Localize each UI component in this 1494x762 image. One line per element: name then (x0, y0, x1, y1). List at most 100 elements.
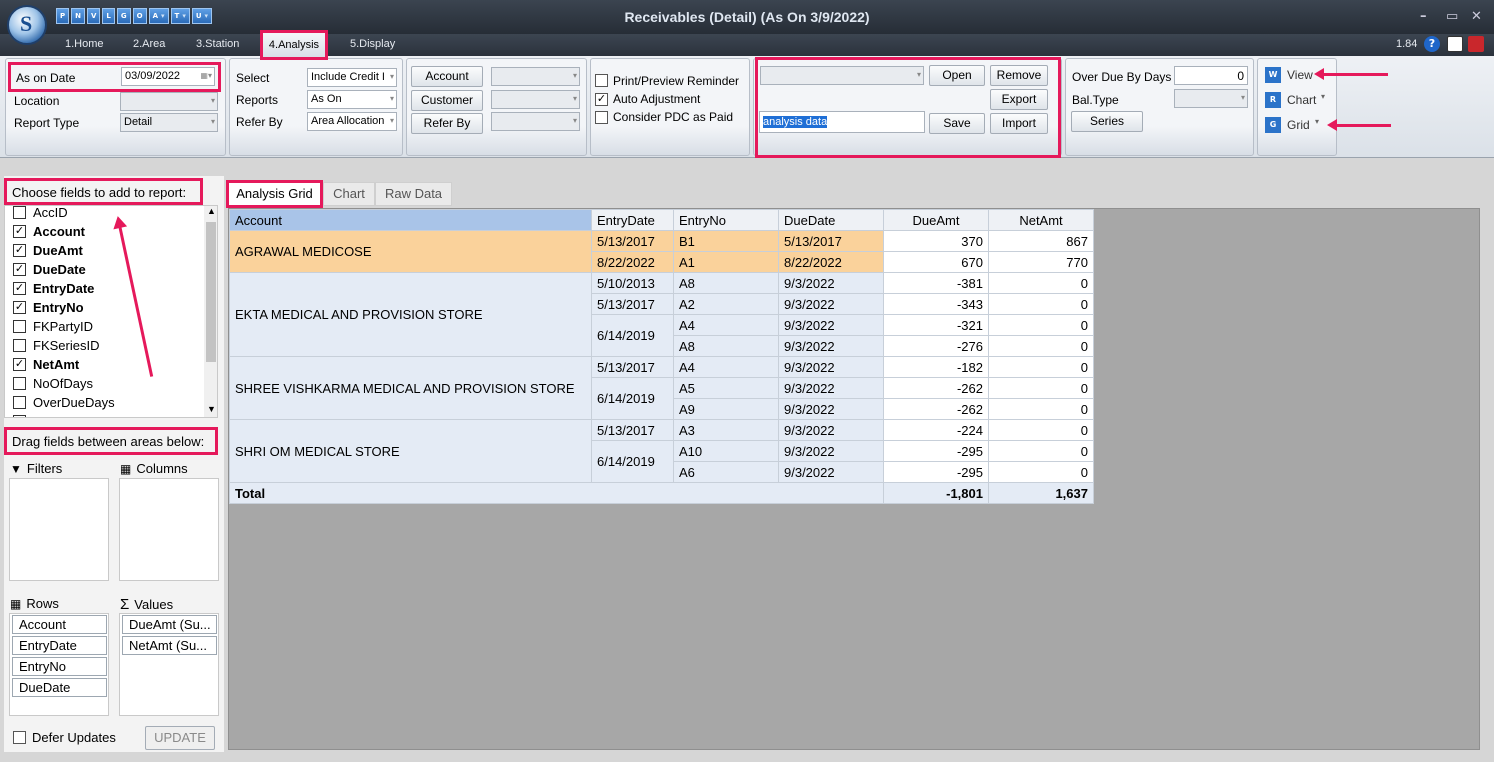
row-header-entrydate[interactable]: 5/13/2017 (591, 230, 674, 252)
column-header-account[interactable]: Account (229, 209, 592, 231)
row-header-entryno[interactable]: A5 (673, 377, 779, 399)
filters-drop-area[interactable] (9, 478, 109, 581)
chevron-down-icon[interactable]: ▾ (1315, 117, 1319, 126)
row-header-entryno[interactable]: A6 (673, 461, 779, 483)
customer-combo[interactable]: ▾ (491, 90, 580, 109)
row-header-duedate[interactable]: 9/3/2022 (778, 419, 884, 441)
field-checkbox[interactable]: ✓ (13, 301, 26, 314)
select-combo[interactable]: Include Credit I ▾ (307, 68, 397, 87)
layout-combo[interactable]: ▾ (760, 66, 924, 85)
field-item[interactable]: ✓ Account (13, 222, 85, 241)
remove-button[interactable]: Remove (990, 65, 1048, 86)
refer-by-filter-combo[interactable]: ▾ (491, 112, 580, 131)
close-button[interactable]: ✕ (1471, 9, 1482, 24)
cell-dueamt[interactable]: -343 (883, 293, 989, 315)
cell-netamt[interactable]: 0 (988, 377, 1094, 399)
cell-netamt[interactable]: 0 (988, 440, 1094, 462)
defer-updates-checkbox[interactable] (13, 731, 26, 744)
cell-netamt[interactable]: 867 (988, 230, 1094, 252)
row-header-duedate[interactable]: 9/3/2022 (778, 377, 884, 399)
series-button[interactable]: Series (1071, 111, 1143, 132)
row-header-account[interactable]: SHRI OM MEDICAL STORE (229, 419, 592, 483)
row-header-entryno[interactable]: A4 (673, 356, 779, 378)
field-item[interactable]: ✓ EntryNo (13, 298, 84, 317)
row-header-duedate[interactable]: 5/13/2017 (778, 230, 884, 252)
field-item[interactable]: OverDueDays (13, 393, 115, 412)
tab-raw-data[interactable]: Raw Data (375, 182, 452, 206)
column-header-duedate[interactable]: DueDate (778, 209, 884, 231)
tab-display[interactable]: 5.Display (350, 38, 395, 50)
cell-netamt[interactable]: 0 (988, 293, 1094, 315)
field-item[interactable]: ✓ NetAmt (13, 355, 79, 374)
row-header-entrydate[interactable]: 6/14/2019 (591, 377, 674, 420)
field-checkbox[interactable]: ✓ (13, 358, 26, 371)
tab-chart[interactable]: Chart (323, 182, 375, 206)
print-preview-checkbox[interactable] (595, 74, 608, 87)
refer-by-combo[interactable]: Area Allocation ▾ (307, 112, 397, 131)
field-checkbox[interactable] (13, 377, 26, 390)
column-header-dueamt[interactable]: DueAmt (883, 209, 989, 231)
cell-dueamt[interactable]: -262 (883, 377, 989, 399)
cell-dueamt[interactable]: -182 (883, 356, 989, 378)
row-header-duedate[interactable]: 9/3/2022 (778, 398, 884, 420)
columns-drop-area[interactable] (119, 478, 219, 581)
row-header-duedate[interactable]: 9/3/2022 (778, 314, 884, 336)
column-header-netamt[interactable]: NetAmt (988, 209, 1094, 231)
row-header-duedate[interactable]: 9/3/2022 (778, 272, 884, 294)
row-header-entrydate[interactable]: 8/22/2022 (591, 251, 674, 273)
row-header-entryno[interactable]: B1 (673, 230, 779, 252)
account-button[interactable]: Account (411, 66, 483, 87)
row-header-duedate[interactable]: 9/3/2022 (778, 335, 884, 357)
row-header-duedate[interactable]: 9/3/2022 (778, 440, 884, 462)
table-row[interactable]: SHREE VISHKARMA MEDICAL AND PROVISION ST… (229, 356, 1094, 420)
cell-netamt[interactable]: 0 (988, 335, 1094, 357)
tab-analysis[interactable]: 4.Analysis (260, 30, 328, 60)
row-header-account[interactable]: AGRAWAL MEDICOSE (229, 230, 592, 273)
row-header-entrydate[interactable]: 5/10/2013 (591, 272, 674, 294)
cell-dueamt[interactable]: -224 (883, 419, 989, 441)
row-header-account[interactable]: SHREE VISHKARMA MEDICAL AND PROVISION ST… (229, 356, 592, 420)
values-chip-netamt[interactable]: NetAmt (Su... (122, 636, 217, 655)
field-checkbox[interactable]: ✓ (13, 225, 26, 238)
field-item[interactable]: FKPartyID (13, 317, 93, 336)
cell-dueamt[interactable]: -276 (883, 335, 989, 357)
cell-dueamt[interactable]: -295 (883, 461, 989, 483)
cell-dueamt[interactable]: -381 (883, 272, 989, 294)
row-header-entryno[interactable]: A4 (673, 314, 779, 336)
field-list-scrollbar[interactable]: ▲ ▼ (204, 206, 217, 417)
rows-chip-entrydate[interactable]: EntryDate (12, 636, 107, 655)
cell-netamt[interactable]: 0 (988, 398, 1094, 420)
tab-area[interactable]: 2.Area (133, 38, 165, 50)
row-header-entryno[interactable]: A10 (673, 440, 779, 462)
field-checkbox[interactable] (13, 396, 26, 409)
location-combo[interactable]: ▾ (120, 92, 218, 111)
field-checkbox[interactable] (13, 206, 26, 219)
row-header-entryno[interactable]: A1 (673, 251, 779, 273)
layout-name-input[interactable]: analysis data (759, 111, 925, 133)
auto-adjustment-checkbox[interactable]: ✓ (595, 93, 608, 106)
field-checkbox[interactable]: ✓ (13, 282, 26, 295)
tab-home[interactable]: 1.Home (65, 38, 104, 50)
row-header-entrydate[interactable]: 5/13/2017 (591, 419, 674, 441)
bal-type-combo[interactable]: ▾ (1174, 89, 1248, 108)
report-type-combo[interactable]: Detail ▾ (120, 113, 218, 132)
table-row[interactable]: AGRAWAL MEDICOSE 5/13/2017 B1 5/13/2017 370 8… (229, 230, 1094, 273)
calendar-icon[interactable]: ▦▾ (200, 71, 212, 80)
row-header-account[interactable]: EKTA MEDICAL AND PROVISION STORE (229, 272, 592, 357)
cell-dueamt[interactable]: -321 (883, 314, 989, 336)
scroll-up-icon[interactable]: ▲ (207, 206, 216, 216)
field-item[interactable]: ✓ DueDate (13, 260, 86, 279)
table-row[interactable]: SHRI OM MEDICAL STORE 5/13/2017 A3 9/3/2022… (229, 419, 1094, 483)
tab-analysis-grid[interactable]: Analysis Grid (226, 180, 323, 208)
row-header-entryno[interactable]: A3 (673, 419, 779, 441)
document-icon[interactable] (1447, 36, 1463, 52)
rows-chip-entryno[interactable]: EntryNo (12, 657, 107, 676)
field-item[interactable]: ✓ EntryDate (13, 279, 94, 298)
table-row[interactable]: EKTA MEDICAL AND PROVISION STORE 5/10/201… (229, 272, 1094, 357)
tab-station[interactable]: 3.Station (196, 38, 239, 50)
scroll-down-icon[interactable]: ▼ (207, 404, 216, 414)
values-chip-dueamt[interactable]: DueAmt (Su... (122, 615, 217, 634)
as-on-date-picker[interactable]: 03/09/2022 ▦▾ (121, 67, 215, 86)
help-icon[interactable]: ? (1424, 36, 1440, 52)
consider-pdc-checkbox[interactable] (595, 111, 608, 124)
